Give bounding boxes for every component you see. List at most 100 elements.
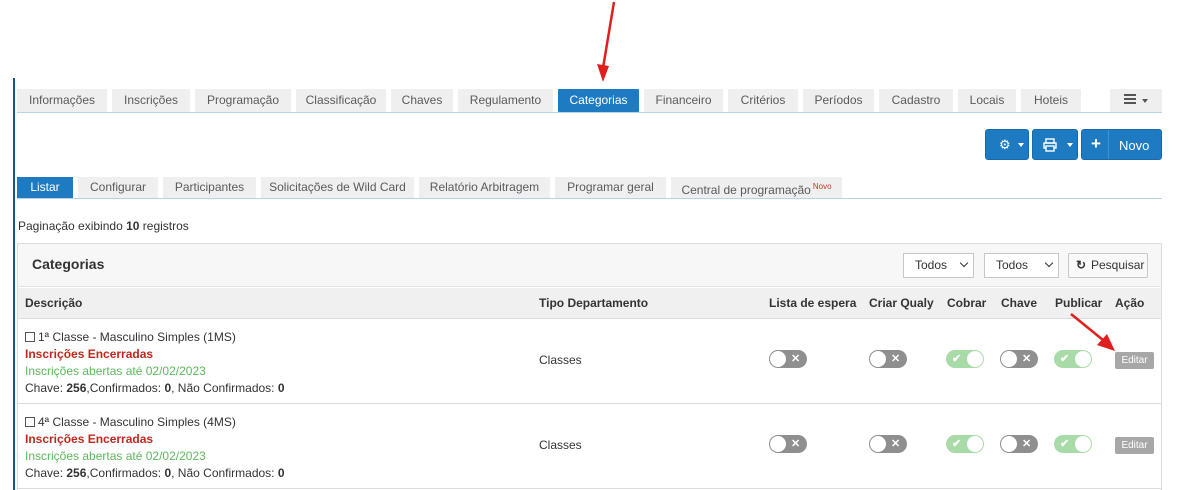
check-icon: ✔ bbox=[1060, 353, 1070, 365]
nao-confirmados-label: , Não Confirmados: bbox=[171, 466, 275, 480]
description-cell: 1ª Classe - Masculino Simples (1MS) Insc… bbox=[25, 329, 285, 397]
nao-confirmados-label: , Não Confirmados: bbox=[171, 381, 275, 395]
chave-value: 256 bbox=[66, 381, 87, 395]
subtab-programar-geral[interactable]: Programar geral bbox=[555, 177, 666, 198]
registration-counts: Chave: 256,Confirmados: 0, Não Confirmad… bbox=[25, 380, 285, 397]
tab-informacoes[interactable]: Informações bbox=[17, 89, 107, 112]
search-button[interactable]: ↻ Pesquisar bbox=[1068, 253, 1148, 278]
category-name: 1ª Classe - Masculino Simples (1MS) bbox=[38, 330, 236, 344]
tipo-departamento-cell: Classes bbox=[539, 438, 582, 452]
table-row: 1ª Classe - Masculino Simples (1MS) Insc… bbox=[18, 319, 1161, 404]
plus-icon: + bbox=[1091, 134, 1101, 153]
pagination-count: 10 bbox=[126, 219, 140, 233]
tipo-departamento-cell: Classes bbox=[539, 353, 582, 367]
category-name: 4ª Classe - Masculino Simples (4MS) bbox=[38, 415, 236, 429]
pagination-info: Paginação exibindo 10 registros bbox=[18, 219, 189, 233]
check-icon: ✔ bbox=[952, 353, 962, 365]
chave-toggle[interactable]: ✕ bbox=[1000, 435, 1038, 453]
annotation-arrow-categorias bbox=[601, 1, 616, 69]
x-icon: ✕ bbox=[891, 353, 901, 365]
subtab-relatorio-arbitragem[interactable]: Relatório Arbitragem bbox=[419, 177, 550, 198]
table-row: 4ª Classe - Masculino Simples (4MS) Insc… bbox=[18, 404, 1161, 489]
tab-regulamento[interactable]: Regulamento bbox=[458, 89, 553, 112]
refresh-icon: ↻ bbox=[1076, 258, 1087, 272]
chevron-down-icon bbox=[1067, 143, 1073, 147]
more-tabs-menu-button[interactable] bbox=[1110, 89, 1162, 112]
nao-confirmados-value: 0 bbox=[277, 466, 285, 480]
left-border-rule bbox=[13, 78, 15, 490]
panel-title: Categorias bbox=[32, 256, 105, 272]
col-criar-qualy: Criar Qualy bbox=[869, 296, 934, 310]
col-descricao: Descrição bbox=[25, 296, 83, 310]
tab-locais[interactable]: Locais bbox=[958, 89, 1016, 112]
check-icon: ✔ bbox=[952, 438, 962, 450]
status-open: Inscrições abertas até 02/02/2023 bbox=[25, 449, 206, 463]
new-badge: Novo bbox=[812, 182, 832, 191]
tab-inscricoes[interactable]: Inscrições bbox=[112, 89, 190, 112]
subtab-wild-card[interactable]: Solicitações de Wild Card bbox=[261, 177, 414, 198]
criar-qualy-toggle[interactable]: ✕ bbox=[869, 435, 907, 453]
sub-tab-bar: Listar Configurar Participantes Solicita… bbox=[17, 177, 1162, 199]
subtab-listar[interactable]: Listar bbox=[17, 177, 73, 198]
chave-value: 256 bbox=[66, 466, 87, 480]
col-chave: Chave bbox=[1001, 296, 1038, 310]
tab-hoteis[interactable]: Hoteis bbox=[1021, 89, 1081, 112]
subtab-central-programacao[interactable]: Central de programação Novo bbox=[671, 177, 842, 198]
chave-label: Chave: bbox=[25, 466, 64, 480]
filter-select-2-value: Todos bbox=[996, 258, 1029, 272]
x-icon: ✕ bbox=[891, 438, 901, 450]
tab-financeiro[interactable]: Financeiro bbox=[644, 89, 723, 112]
row-checkbox[interactable] bbox=[25, 332, 35, 342]
panel-header: Categorias Todos Todos ↻ Pesquisar bbox=[18, 244, 1161, 287]
pagination-prefix: Paginação exibindo bbox=[18, 219, 123, 233]
col-publicar: Publicar bbox=[1055, 296, 1103, 310]
lista-espera-toggle[interactable]: ✕ bbox=[769, 435, 807, 453]
criar-qualy-toggle[interactable]: ✕ bbox=[869, 350, 907, 368]
subtab-participantes[interactable]: Participantes bbox=[163, 177, 256, 198]
x-icon: ✕ bbox=[1022, 353, 1032, 365]
settings-dropdown-button[interactable]: ⚙ bbox=[985, 129, 1029, 160]
subtab-configurar[interactable]: Configurar bbox=[78, 177, 158, 198]
new-button[interactable]: + Novo bbox=[1081, 129, 1162, 160]
filter-select-2[interactable]: Todos bbox=[984, 253, 1059, 278]
chevron-down-icon bbox=[1142, 98, 1148, 103]
print-icon bbox=[1043, 138, 1057, 152]
print-dropdown-button[interactable] bbox=[1032, 129, 1078, 160]
row-checkbox[interactable] bbox=[25, 417, 35, 427]
x-icon: ✕ bbox=[1022, 438, 1032, 450]
check-icon: ✔ bbox=[1060, 438, 1070, 450]
chevron-down-icon bbox=[1044, 258, 1054, 268]
cobrar-toggle[interactable]: ✔ bbox=[946, 350, 984, 368]
cobrar-toggle[interactable]: ✔ bbox=[946, 435, 984, 453]
chave-toggle[interactable]: ✕ bbox=[1000, 350, 1038, 368]
x-icon: ✕ bbox=[791, 353, 801, 365]
categories-panel: Categorias Todos Todos ↻ Pesquisar Descr… bbox=[17, 243, 1162, 490]
status-open: Inscrições abertas até 02/02/2023 bbox=[25, 364, 206, 378]
edit-button[interactable]: Editar bbox=[1115, 437, 1154, 454]
filter-select-1[interactable]: Todos bbox=[903, 253, 974, 278]
chevron-down-icon bbox=[959, 258, 969, 268]
subtab-central-programacao-label: Central de programação bbox=[681, 183, 811, 197]
confirmados-label: ,Confirmados: bbox=[86, 381, 162, 395]
confirmados-label: ,Confirmados: bbox=[86, 466, 162, 480]
col-lista-espera: Lista de espera bbox=[769, 296, 857, 310]
lista-espera-toggle[interactable]: ✕ bbox=[769, 350, 807, 368]
tab-programacao[interactable]: Programação bbox=[195, 89, 291, 112]
hamburger-icon bbox=[1124, 92, 1136, 106]
tab-criterios[interactable]: Critérios bbox=[728, 89, 798, 112]
description-cell: 4ª Classe - Masculino Simples (4MS) Insc… bbox=[25, 414, 285, 482]
edit-button[interactable]: Editar bbox=[1115, 352, 1154, 369]
tab-chaves[interactable]: Chaves bbox=[391, 89, 453, 112]
col-acao: Ação bbox=[1115, 296, 1145, 310]
col-cobrar: Cobrar bbox=[947, 296, 987, 310]
tab-periodos[interactable]: Períodos bbox=[803, 89, 874, 112]
tab-classificacao[interactable]: Classificação bbox=[296, 89, 386, 112]
filter-select-1-value: Todos bbox=[915, 258, 948, 272]
tab-cadastro[interactable]: Cadastro bbox=[879, 89, 953, 112]
col-tipo-departamento: Tipo Departamento bbox=[539, 296, 649, 310]
publicar-toggle[interactable]: ✔ bbox=[1054, 435, 1092, 453]
top-tab-bar: Informações Inscrições Programação Class… bbox=[17, 89, 1162, 113]
tab-categorias[interactable]: Categorias bbox=[558, 89, 639, 112]
publicar-toggle[interactable]: ✔ bbox=[1054, 350, 1092, 368]
table-header: Descrição Tipo Departamento Lista de esp… bbox=[18, 288, 1161, 319]
